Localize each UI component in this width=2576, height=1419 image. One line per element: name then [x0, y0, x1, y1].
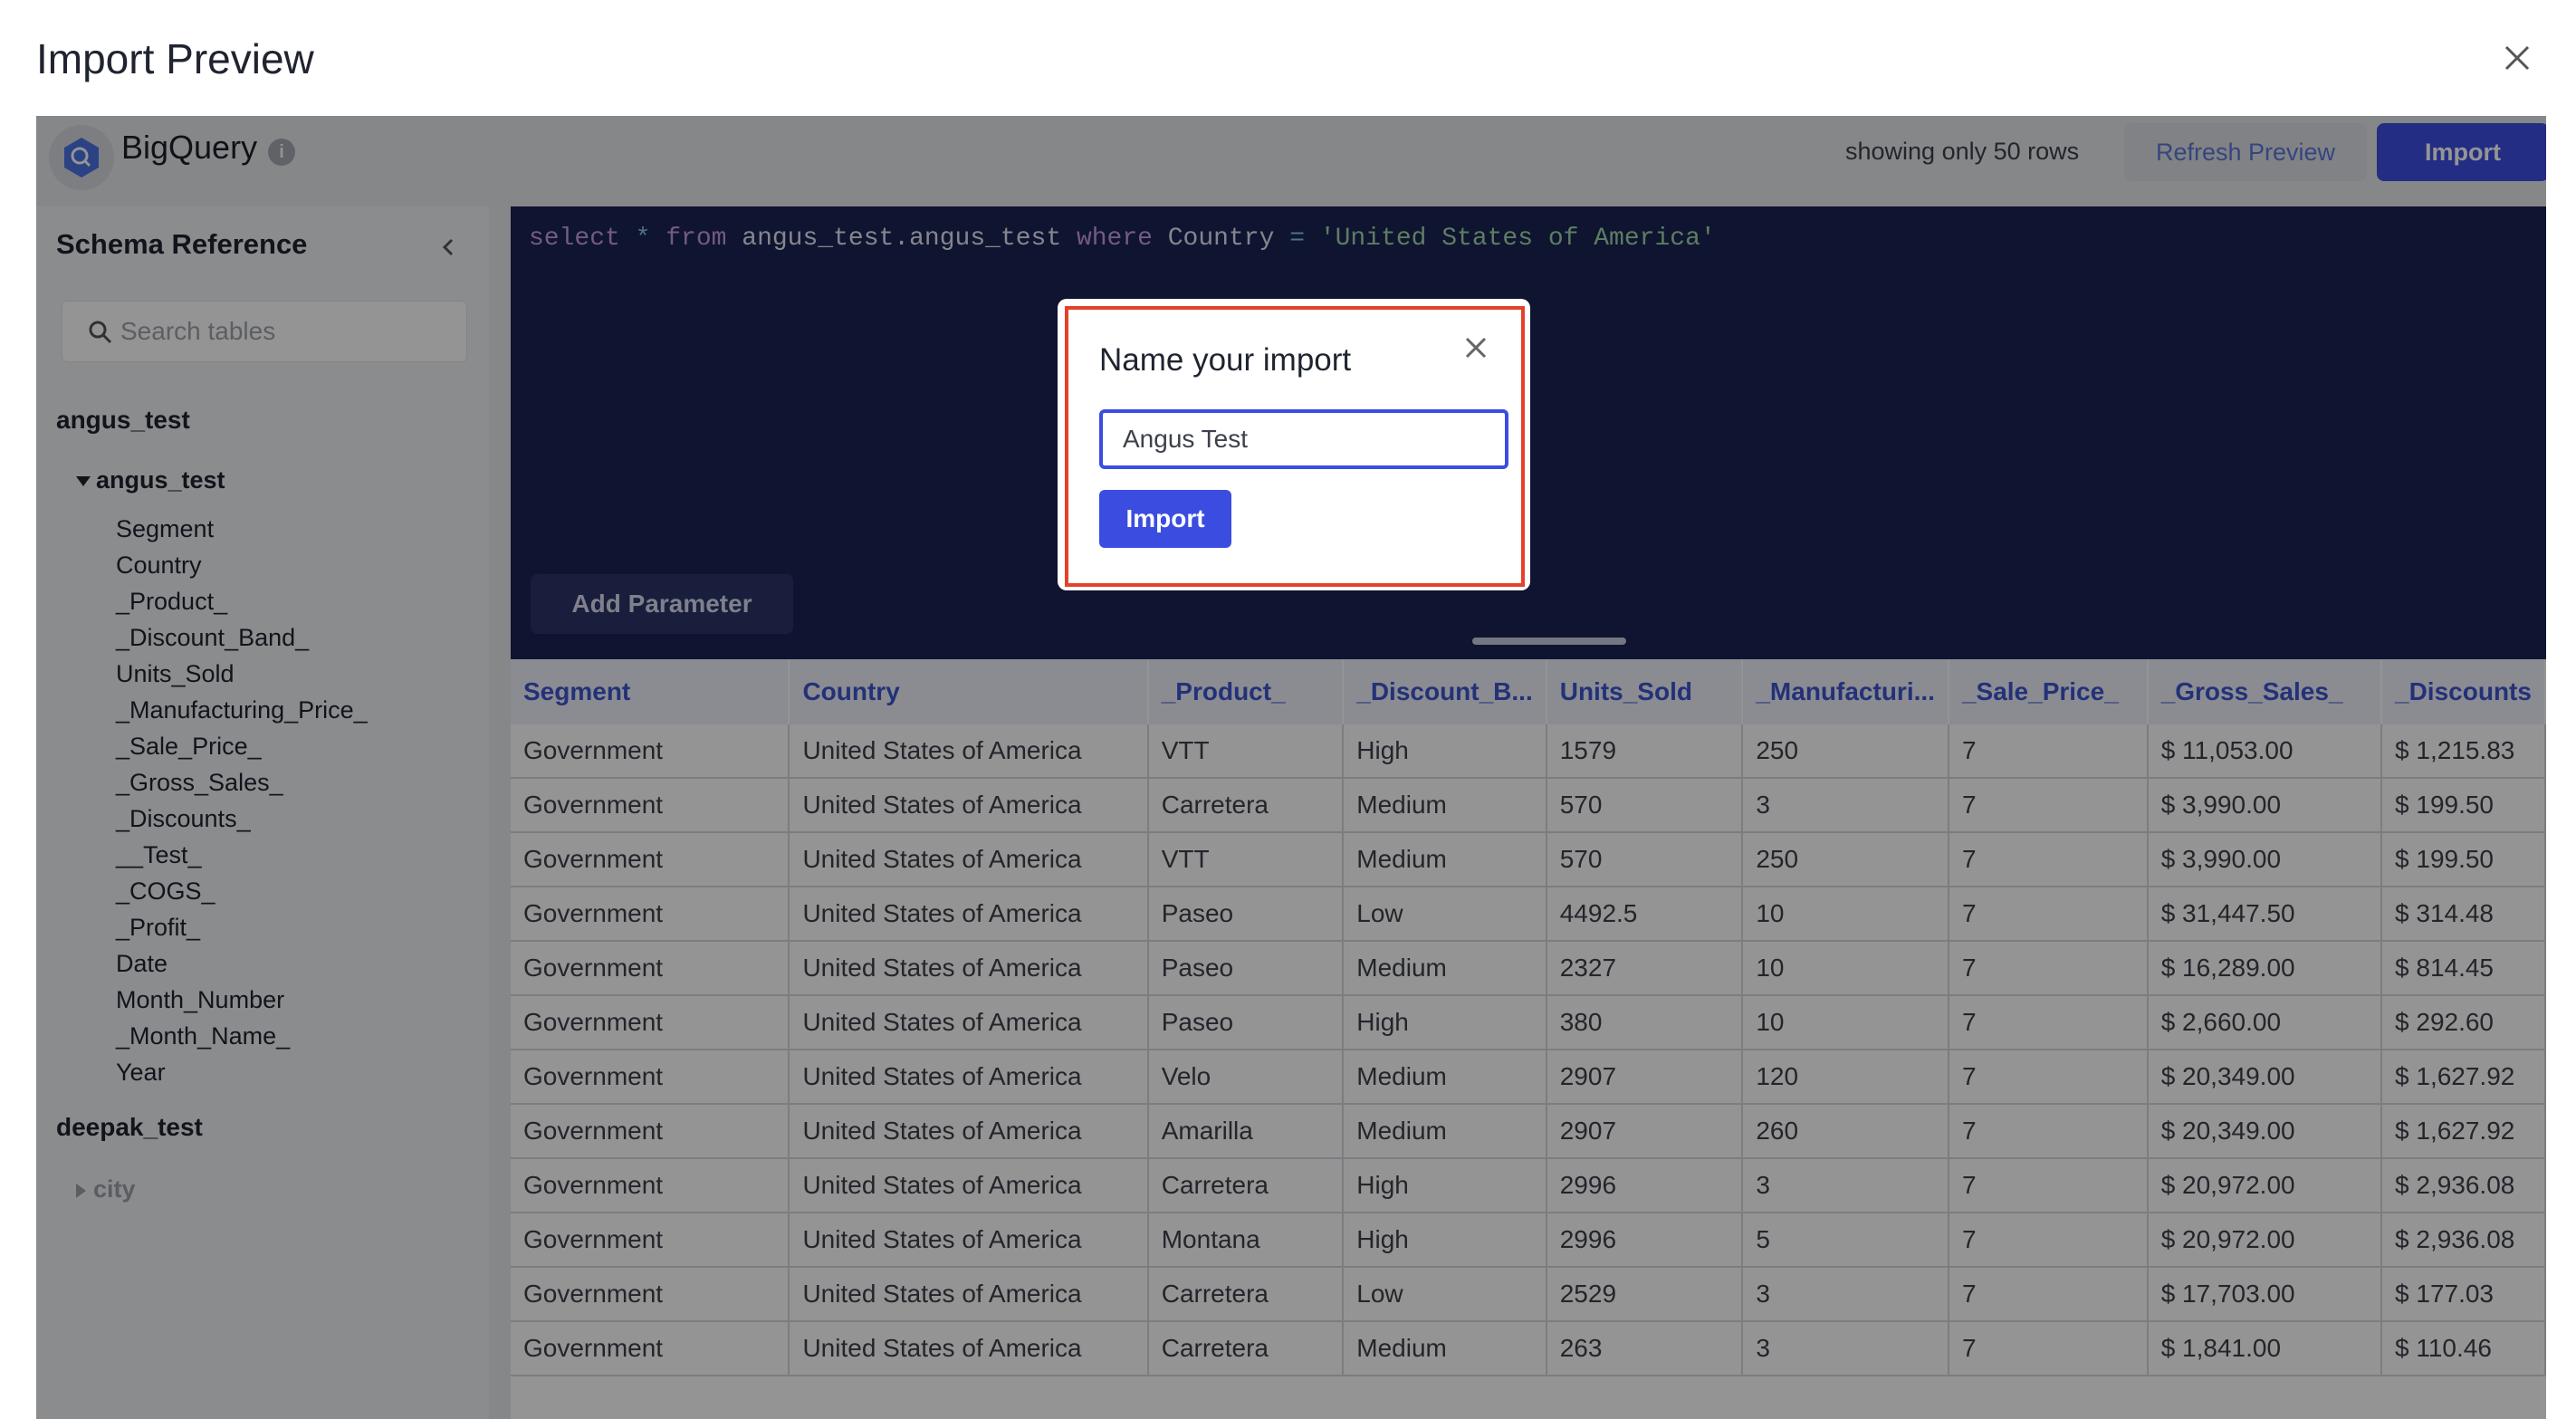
modal-title: Name your import	[1099, 342, 1352, 378]
name-import-modal: Name your import Import	[1058, 299, 1530, 590]
import-name-input[interactable]	[1099, 409, 1508, 469]
modal-import-button[interactable]: Import	[1099, 490, 1231, 548]
close-icon[interactable]	[2499, 40, 2535, 76]
page-title: Import Preview	[36, 35, 314, 82]
close-icon[interactable]	[1461, 333, 1490, 362]
